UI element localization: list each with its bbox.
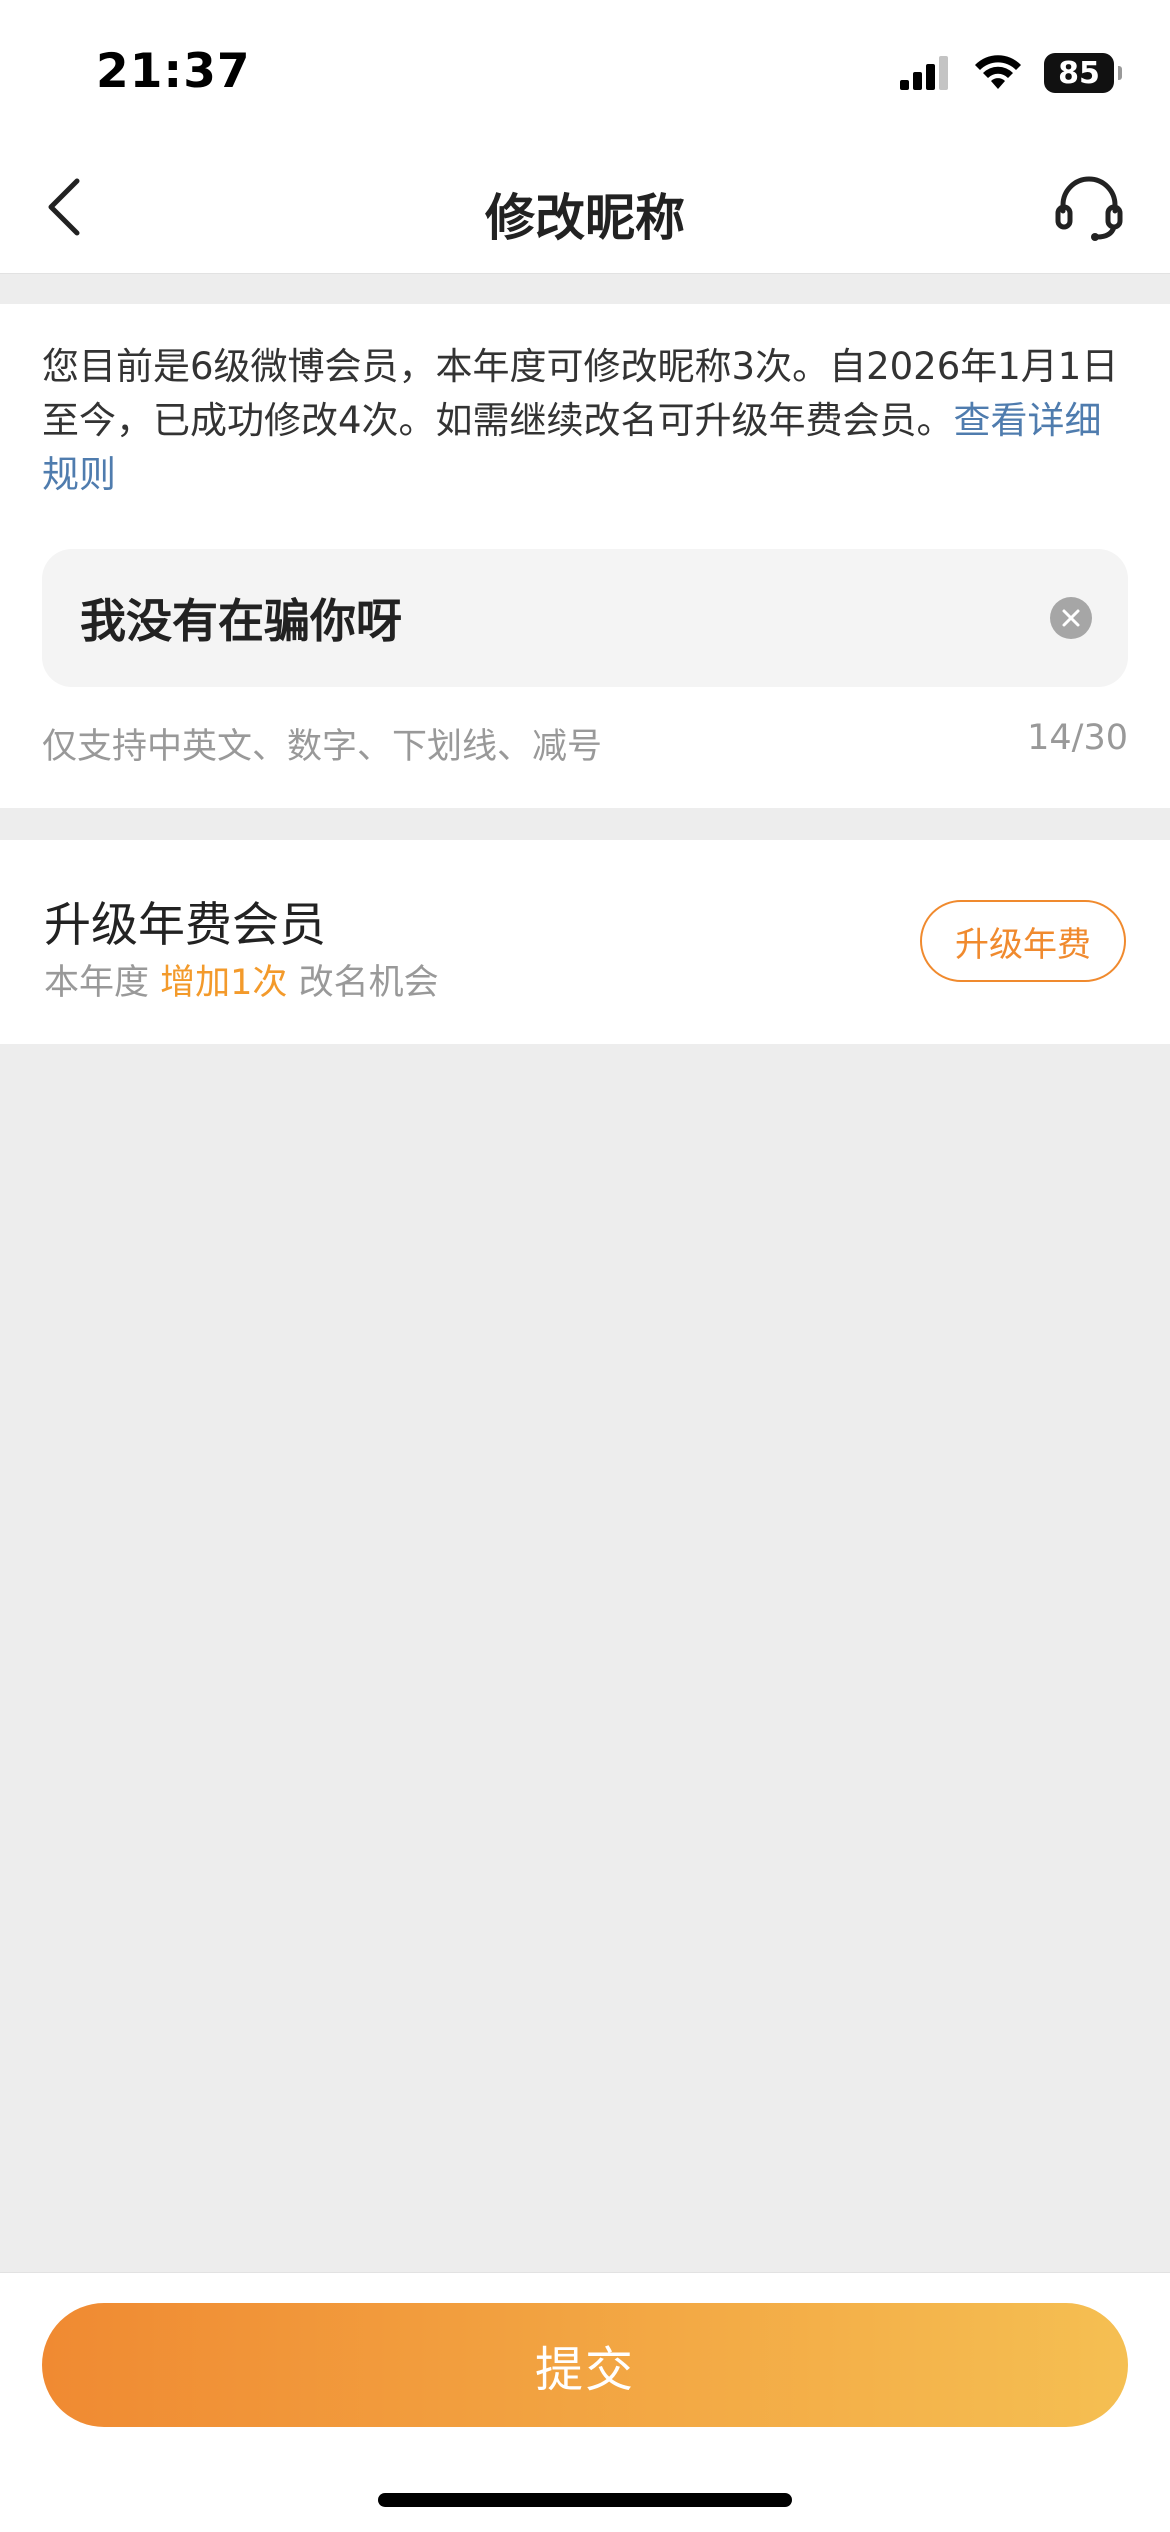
- nickname-hint: 仅支持中英文、数字、下划线、减号: [42, 727, 603, 767]
- upgrade-subtitle: 本年度 增加1次 改名机会: [44, 954, 439, 1005]
- nickname-card: 您目前是6级微博会员，本年度可修改昵称3次。自2026年1月1日至今，已成功修改…: [0, 304, 1170, 808]
- status-icons: 85: [900, 50, 1122, 96]
- upgrade-sub-prefix: 本年度: [44, 963, 150, 1003]
- home-indicator: [378, 2493, 792, 2507]
- battery-icon: 85: [1044, 53, 1122, 93]
- clear-button[interactable]: [1050, 597, 1092, 639]
- upgrade-card: 升级年费会员 本年度 增加1次 改名机会 升级年费: [0, 840, 1170, 1044]
- page-title: 修改昵称: [485, 189, 685, 247]
- upgrade-button[interactable]: 升级年费: [920, 900, 1126, 982]
- headset-icon: [1055, 176, 1123, 241]
- customer-service-button[interactable]: [1048, 166, 1130, 248]
- cellular-signal-icon: [900, 56, 948, 90]
- nickname-input[interactable]: [80, 549, 980, 687]
- status-time: 21:37: [96, 44, 251, 99]
- character-count: 14/30: [1027, 718, 1128, 758]
- nav-bar: 修改昵称: [0, 140, 1170, 274]
- rename-notice: 您目前是6级微博会员，本年度可修改昵称3次。自2026年1月1日至今，已成功修改…: [42, 340, 1132, 502]
- upgrade-title: 升级年费会员: [44, 898, 326, 953]
- submit-button[interactable]: 提交: [42, 2303, 1128, 2427]
- nickname-field: [42, 549, 1128, 687]
- close-icon: [1062, 609, 1080, 627]
- upgrade-sub-highlight: 增加1次: [160, 963, 288, 1003]
- status-bar: 21:37 85: [0, 0, 1170, 140]
- battery-level: 85: [1058, 55, 1100, 91]
- bottom-bar: 提交: [0, 2272, 1170, 2532]
- wifi-icon: [975, 55, 1021, 89]
- upgrade-sub-suffix: 改名机会: [298, 963, 439, 1003]
